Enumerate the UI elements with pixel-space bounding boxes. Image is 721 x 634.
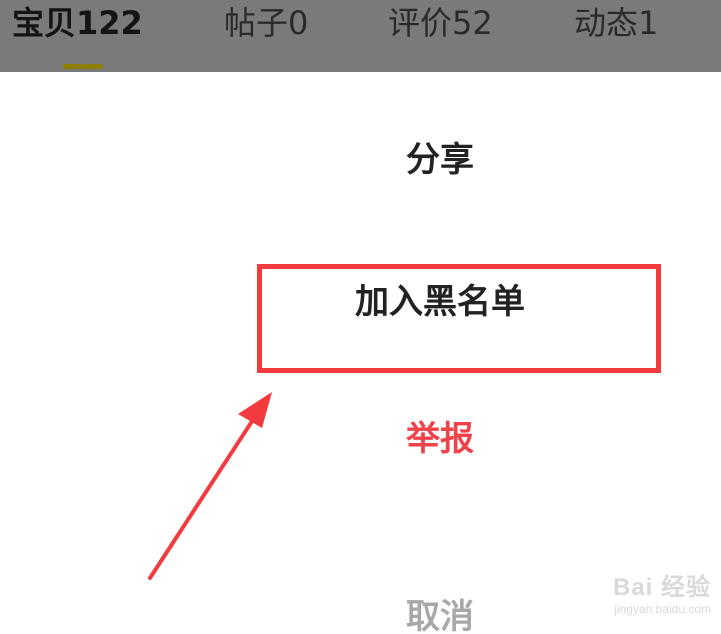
tab-activity[interactable]: 动态1 — [574, 0, 658, 46]
tab-posts-label: 帖子 — [224, 4, 289, 42]
report-button[interactable]: 举报 — [160, 399, 720, 479]
tab-items-count: 122 — [76, 4, 143, 42]
tab-posts[interactable]: 帖子0 — [224, 0, 308, 46]
tab-items-label: 宝贝 — [12, 4, 77, 42]
tab-posts-count: 0 — [288, 4, 309, 42]
tab-activity-label: 动态 — [574, 4, 639, 42]
tab-items[interactable]: 宝贝122 — [12, 0, 143, 46]
tab-activity-count: 1 — [638, 4, 659, 42]
tab-bar: 宝贝122 帖子0 评价52 动态1 — [0, 0, 721, 72]
active-tab-indicator — [63, 64, 103, 69]
tab-reviews[interactable]: 评价52 — [388, 0, 493, 46]
tab-reviews-label: 评价 — [388, 4, 453, 42]
add-to-blacklist-button[interactable]: 加入黑名单 — [160, 262, 720, 342]
cancel-button[interactable]: 取消 — [160, 577, 720, 634]
action-sheet: 分享 加入黑名单 举报 取消 — [0, 72, 721, 634]
tab-reviews-count: 52 — [452, 4, 493, 42]
share-button[interactable]: 分享 — [160, 120, 720, 200]
page: 宝贝122 帖子0 评价52 动态1 分享 加入黑名单 举报 取消 Bai 经验… — [0, 0, 721, 634]
